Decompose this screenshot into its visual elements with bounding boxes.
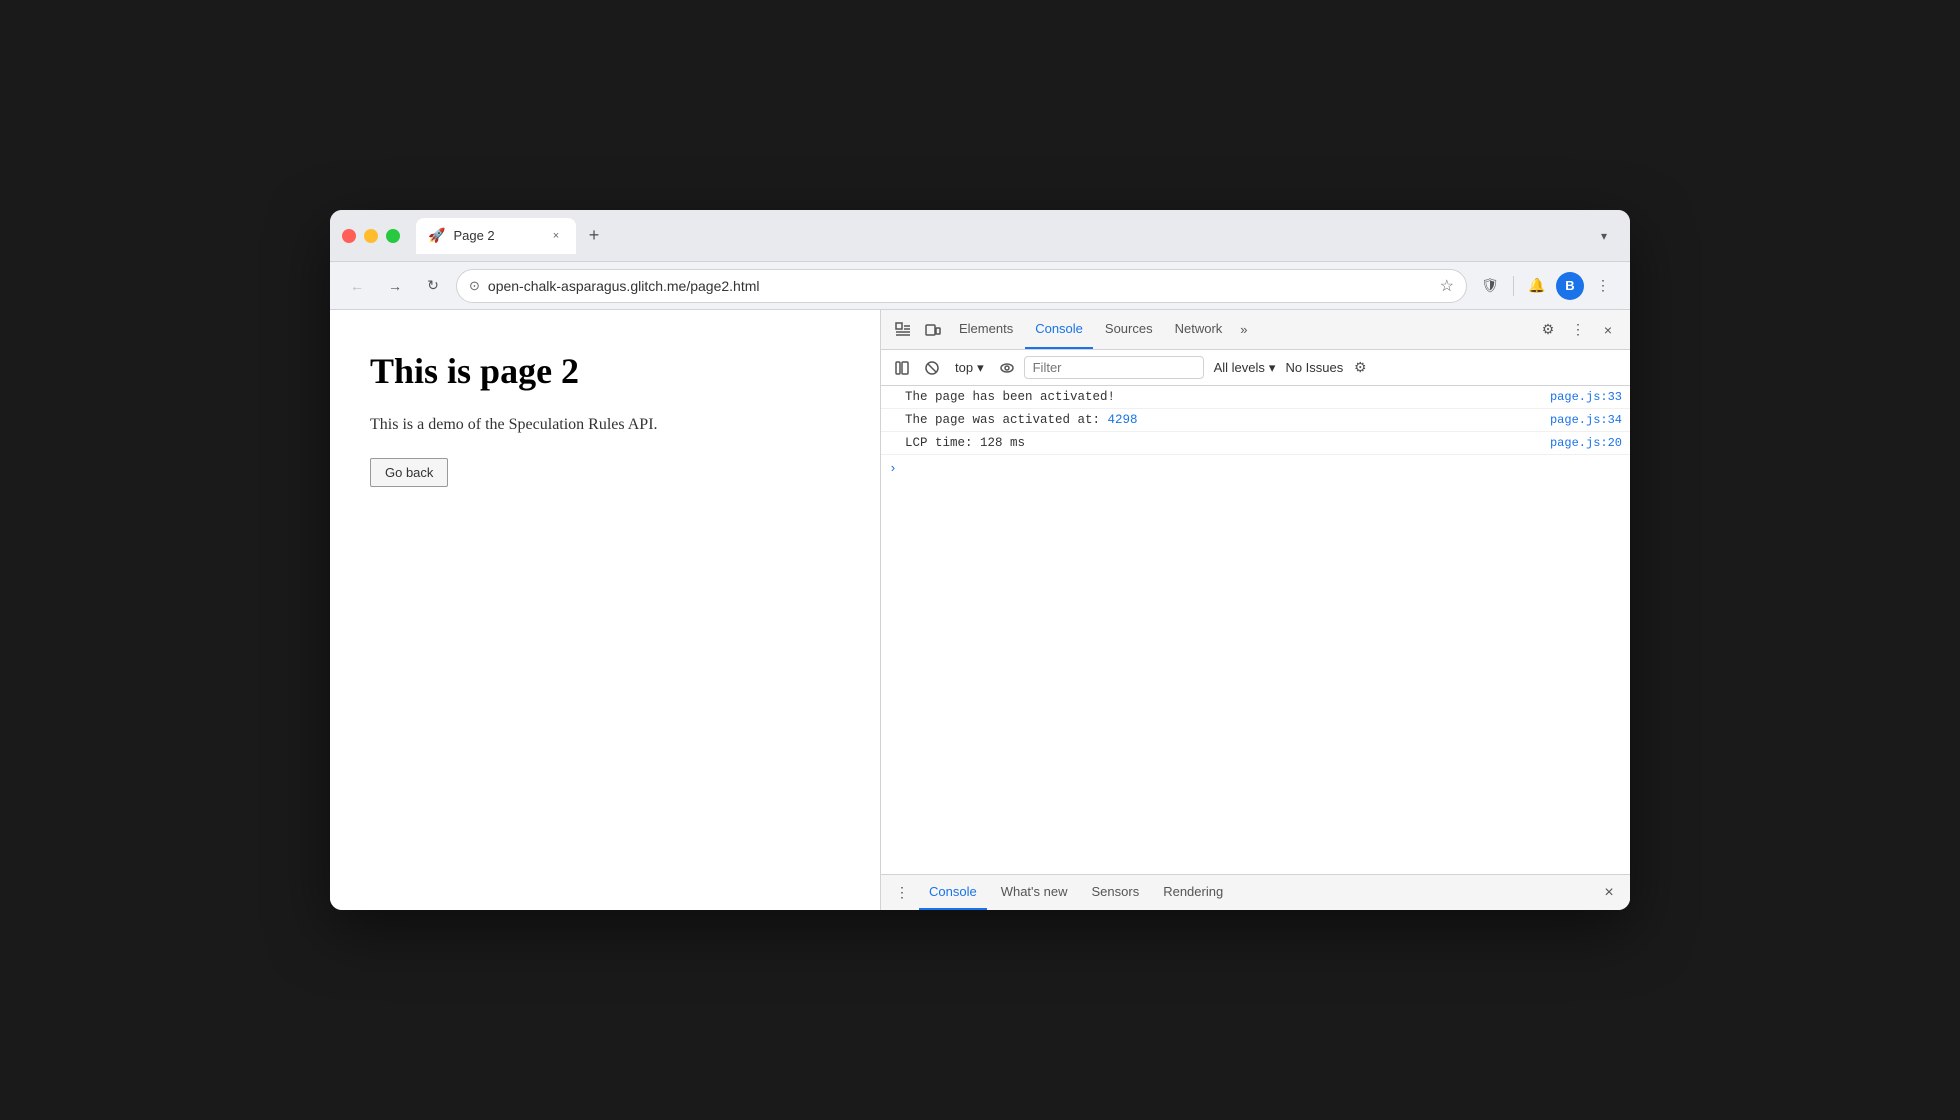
console-line-2-number: 4298 [1108, 413, 1138, 427]
console-line-2-text: The page was activated at: 4298 [905, 413, 1542, 427]
console-line-3-source[interactable]: page.js:20 [1550, 436, 1622, 450]
devtools-notification-button[interactable]: 🔔 [1522, 271, 1552, 301]
console-eye-button[interactable] [994, 355, 1020, 381]
page-description: This is a demo of the Speculation Rules … [370, 416, 840, 434]
device-toolbar-button[interactable] [919, 316, 947, 344]
extension-button[interactable]: 🛡 [1475, 271, 1505, 301]
console-toolbar: top ▾ All levels ▾ No Issues ⚙ [881, 350, 1630, 386]
devtools-settings-button[interactable]: ⚙ [1534, 316, 1562, 344]
console-sidebar-button[interactable] [889, 355, 915, 381]
nav-bar: ← → ↻ ⊙ open-chalk-asparagus.glitch.me/p… [330, 262, 1630, 310]
console-filter-input[interactable] [1024, 356, 1204, 379]
console-line-3: LCP time: 128 ms page.js:20 [881, 432, 1630, 455]
console-context-selector[interactable]: top ▾ [949, 358, 990, 378]
traffic-lights [342, 229, 400, 243]
console-line-2: The page was activated at: 4298 page.js:… [881, 409, 1630, 432]
bottom-tab-sensors[interactable]: Sensors [1082, 875, 1150, 910]
new-tab-button[interactable]: + [580, 222, 608, 250]
console-context-label: top [955, 360, 973, 375]
tab-dropdown-button[interactable]: ▾ [1590, 222, 1618, 250]
console-chevron-icon: › [889, 461, 897, 476]
console-levels-label: All levels [1214, 360, 1265, 375]
active-tab[interactable]: 🚀 Page 2 × [416, 218, 576, 254]
console-levels-arrow-icon: ▾ [1269, 360, 1276, 376]
bookmark-star-icon[interactable]: ☆ [1440, 276, 1454, 296]
console-settings-button[interactable]: ⚙ [1347, 355, 1373, 381]
address-bar[interactable]: ⊙ open-chalk-asparagus.glitch.me/page2.h… [456, 269, 1467, 303]
reload-button[interactable]: ↻ [418, 271, 448, 301]
forward-button[interactable]: → [380, 271, 410, 301]
devtools-tab-bar: Elements Console Sources Network » ⚙ ⋮ × [881, 310, 1630, 350]
console-line-2-source[interactable]: page.js:34 [1550, 413, 1622, 427]
tab-favicon-icon: 🚀 [428, 227, 445, 244]
console-cursor-line[interactable]: › [881, 455, 1630, 482]
back-button[interactable]: ← [342, 271, 372, 301]
maximize-window-button[interactable] [386, 229, 400, 243]
devtools-more-button[interactable]: ⋮ [1564, 316, 1592, 344]
go-back-button[interactable]: Go back [370, 458, 448, 487]
minimize-window-button[interactable] [364, 229, 378, 243]
clear-console-button[interactable] [919, 355, 945, 381]
console-context-arrow-icon: ▾ [977, 360, 984, 376]
browser-window: 🚀 Page 2 × + ▾ ← → ↻ ⊙ open-chalk-aspara… [330, 210, 1630, 910]
tab-title: Page 2 [453, 228, 540, 243]
bottom-tab-rendering[interactable]: Rendering [1153, 875, 1233, 910]
tab-area: 🚀 Page 2 × + [416, 218, 1582, 254]
devtools-bottom-bar: ⋮ Console What's new Sensors Rendering × [881, 874, 1630, 910]
security-icon: ⊙ [469, 278, 480, 294]
inspect-element-button[interactable] [889, 316, 917, 344]
profile-button[interactable]: B [1556, 272, 1584, 300]
title-bar: 🚀 Page 2 × + ▾ [330, 210, 1630, 262]
console-output: The page has been activated! page.js:33 … [881, 386, 1630, 874]
tab-elements[interactable]: Elements [949, 310, 1023, 349]
console-line-3-text: LCP time: 128 ms [905, 436, 1542, 450]
console-levels-selector[interactable]: All levels ▾ [1208, 358, 1282, 378]
console-line-1-text: The page has been activated! [905, 390, 1542, 404]
nav-separator [1513, 276, 1514, 296]
page-heading: This is page 2 [370, 350, 840, 392]
nav-actions: 🛡 🔔 B ⋮ [1475, 271, 1618, 301]
devtools-bottom-close-button[interactable]: × [1596, 880, 1622, 906]
tab-network[interactable]: Network [1165, 310, 1233, 349]
console-no-issues-label: No Issues [1285, 360, 1343, 375]
tab-console[interactable]: Console [1025, 310, 1093, 349]
tab-close-button[interactable]: × [548, 228, 564, 244]
tab-sources[interactable]: Sources [1095, 310, 1163, 349]
url-text: open-chalk-asparagus.glitch.me/page2.htm… [488, 278, 1432, 294]
page-content: This is page 2 This is a demo of the Spe… [330, 310, 880, 910]
bottom-tab-whats-new[interactable]: What's new [991, 875, 1078, 910]
more-devtools-tabs-button[interactable]: » [1234, 318, 1253, 341]
main-content: This is page 2 This is a demo of the Spe… [330, 310, 1630, 910]
chrome-menu-button[interactable]: ⋮ [1588, 271, 1618, 301]
devtools-bottom-more-button[interactable]: ⋮ [889, 880, 915, 906]
console-line-1-source[interactable]: page.js:33 [1550, 390, 1622, 404]
devtools-close-button[interactable]: × [1594, 316, 1622, 344]
console-line-1: The page has been activated! page.js:33 [881, 386, 1630, 409]
bottom-tab-console[interactable]: Console [919, 875, 987, 910]
devtools-panel: Elements Console Sources Network » ⚙ ⋮ × [880, 310, 1630, 910]
close-window-button[interactable] [342, 229, 356, 243]
